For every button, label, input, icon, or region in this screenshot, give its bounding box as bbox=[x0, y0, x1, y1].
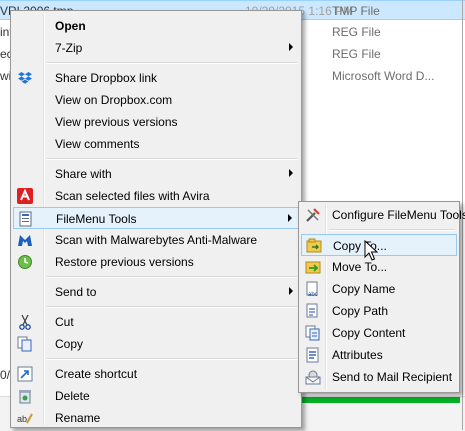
submenu-item-copy-path[interactable]: Copy Path bbox=[301, 300, 457, 322]
menu-item-rename[interactable]: ab Rename bbox=[13, 407, 299, 429]
restore-icon bbox=[17, 254, 33, 270]
menu-item-scan-avira[interactable]: Scan selected files with Avira bbox=[13, 185, 299, 207]
menu-item-label: Copy To... bbox=[333, 239, 387, 253]
submenu-item-copy-to[interactable]: Copy To... bbox=[301, 234, 457, 256]
context-menu: Open 7-Zip Share Dropbox link View on Dr… bbox=[10, 10, 302, 428]
menu-item-label: Scan selected files with Avira bbox=[55, 189, 210, 203]
file-type: REG File bbox=[332, 25, 381, 39]
filemenu-tools-icon bbox=[18, 211, 34, 227]
attributes-icon bbox=[305, 347, 321, 363]
menu-item-create-shortcut[interactable]: Create shortcut bbox=[13, 363, 299, 385]
menu-item-label: View previous versions bbox=[55, 115, 178, 129]
menu-item-label: Copy bbox=[55, 337, 84, 351]
file-name-fragment: 0/ bbox=[0, 368, 11, 382]
menu-item-label: View comments bbox=[55, 137, 140, 151]
menu-item-label: View on Dropbox.com bbox=[55, 93, 173, 107]
move-to-icon bbox=[305, 259, 321, 275]
menu-item-send-to[interactable]: Send to bbox=[13, 281, 299, 303]
menu-separator bbox=[47, 158, 297, 160]
file-type: TMP File bbox=[332, 4, 380, 18]
menu-separator bbox=[47, 306, 297, 308]
mouse-cursor-icon bbox=[364, 240, 378, 261]
malwarebytes-icon bbox=[17, 232, 33, 248]
menu-item-label: Configure FileMenu Tools bbox=[332, 208, 465, 222]
svg-text:abc: abc bbox=[308, 292, 318, 297]
svg-text:ab: ab bbox=[17, 414, 27, 424]
menu-item-label: Attributes bbox=[332, 348, 383, 362]
rename-icon: ab bbox=[17, 410, 33, 426]
delete-icon bbox=[17, 388, 33, 404]
menu-item-label: FileMenu Tools bbox=[56, 212, 137, 226]
menu-item-view-comments[interactable]: View comments bbox=[13, 133, 299, 155]
menu-item-view-previous-versions[interactable]: View previous versions bbox=[13, 111, 299, 133]
copy-to-icon bbox=[306, 238, 322, 254]
copy-content-icon bbox=[305, 325, 321, 341]
menu-item-cut[interactable]: Cut bbox=[13, 311, 299, 333]
menu-separator bbox=[47, 62, 297, 64]
menu-item-restore-previous-versions[interactable]: Restore previous versions bbox=[13, 251, 299, 273]
menu-item-label: Send to bbox=[55, 285, 97, 299]
menu-item-delete[interactable]: Delete bbox=[13, 385, 299, 407]
avira-icon bbox=[17, 188, 33, 204]
dropbox-icon bbox=[17, 70, 33, 86]
submenu-item-attributes[interactable]: Attributes bbox=[301, 344, 457, 366]
copy-path-icon bbox=[305, 303, 321, 319]
submenu-item-copy-name[interactable]: abc Copy Name bbox=[301, 278, 457, 300]
menu-item-label: Rename bbox=[55, 411, 101, 425]
scissors-icon bbox=[17, 314, 33, 330]
menu-item-share-with[interactable]: Share with bbox=[13, 163, 299, 185]
menu-item-label: Delete bbox=[55, 389, 90, 403]
menu-item-label: Scan with Malwarebytes Anti-Malware bbox=[55, 233, 258, 247]
menu-item-share-dropbox-link[interactable]: Share Dropbox link bbox=[13, 67, 299, 89]
menu-item-label: Copy Path bbox=[332, 304, 389, 318]
menu-separator bbox=[47, 276, 297, 278]
menu-item-label: Copy Name bbox=[332, 282, 396, 296]
tools-icon bbox=[305, 207, 321, 223]
menu-item-copy[interactable]: Copy bbox=[13, 333, 299, 355]
submenu-item-copy-content[interactable]: Copy Content bbox=[301, 322, 457, 344]
menu-item-view-on-dropbox[interactable]: View on Dropbox.com bbox=[13, 89, 299, 111]
menu-item-label: Copy Content bbox=[332, 326, 406, 340]
menu-item-7zip[interactable]: 7-Zip bbox=[13, 37, 299, 59]
file-type: Microsoft Word D... bbox=[332, 69, 435, 83]
menu-item-label: Share Dropbox link bbox=[55, 71, 158, 85]
menu-item-open[interactable]: Open bbox=[13, 15, 299, 37]
copy-name-icon: abc bbox=[305, 281, 321, 297]
filemenu-tools-submenu: Configure FileMenu Tools Copy To... Move… bbox=[298, 201, 465, 393]
submenu-arrow-icon bbox=[289, 169, 293, 177]
menu-separator bbox=[329, 229, 455, 231]
progress-bar bbox=[300, 397, 460, 403]
mail-icon bbox=[305, 369, 321, 385]
menu-item-label: Share with bbox=[55, 167, 112, 181]
file-type: REG File bbox=[332, 47, 381, 61]
submenu-arrow-icon bbox=[289, 287, 293, 295]
submenu-arrow-icon bbox=[289, 43, 293, 51]
menu-item-label: Open bbox=[55, 19, 86, 33]
menu-item-label: Restore previous versions bbox=[55, 255, 194, 269]
submenu-item-configure-filemenu-tools[interactable]: Configure FileMenu Tools bbox=[301, 204, 465, 226]
menu-item-scan-malwarebytes[interactable]: Scan with Malwarebytes Anti-Malware bbox=[13, 229, 299, 251]
copy-icon bbox=[17, 336, 33, 352]
menu-item-filemenu-tools[interactable]: FileMenu Tools bbox=[13, 207, 299, 229]
menu-separator bbox=[47, 358, 297, 360]
menu-item-label: Cut bbox=[55, 315, 74, 329]
shortcut-icon bbox=[17, 366, 33, 382]
menu-item-label: 7-Zip bbox=[55, 41, 83, 55]
menu-item-label: Create shortcut bbox=[55, 367, 138, 381]
submenu-item-move-to[interactable]: Move To... bbox=[301, 256, 457, 278]
menu-item-label: Move To... bbox=[332, 260, 388, 274]
submenu-arrow-icon bbox=[288, 214, 292, 222]
menu-item-label: Send to Mail Recipient bbox=[332, 370, 453, 384]
submenu-item-send-to-mail[interactable]: Send to Mail Recipient bbox=[301, 366, 457, 388]
